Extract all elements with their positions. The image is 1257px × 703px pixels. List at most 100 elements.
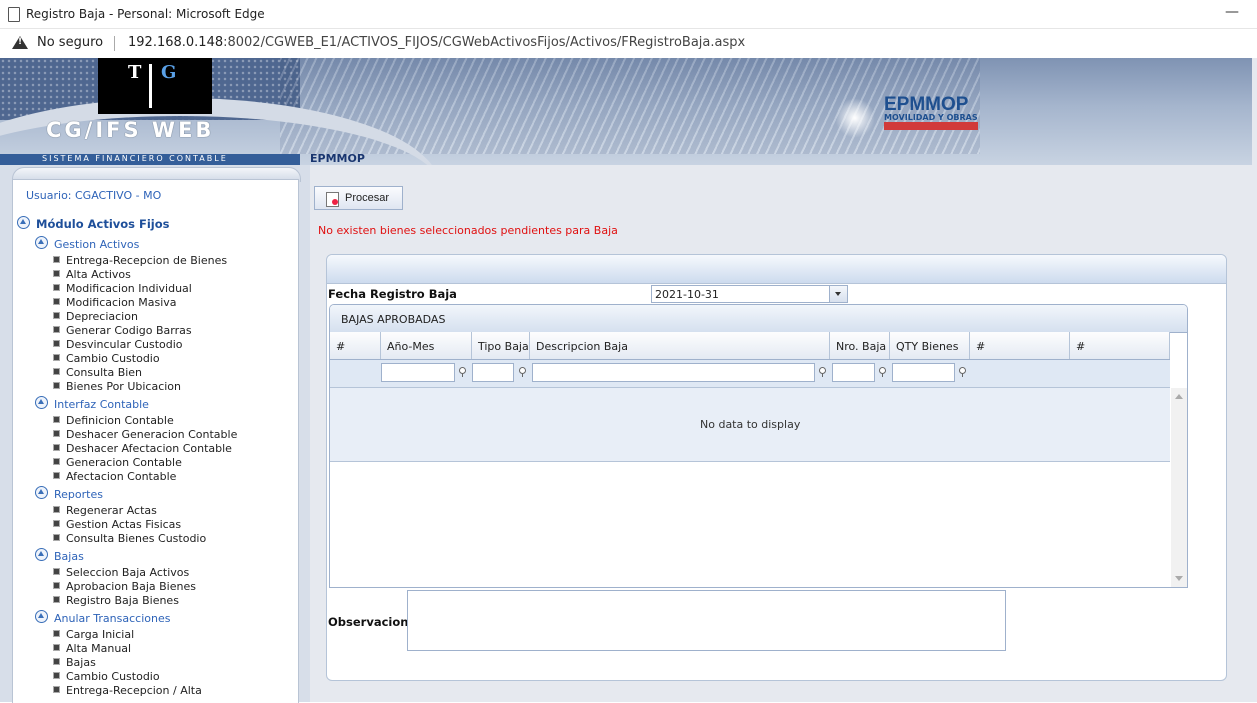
menu-item-label[interactable]: Bajas [66, 656, 96, 669]
menu-item-label[interactable]: Consulta Bienes Custodio [66, 532, 206, 545]
menu-item-alta-manual[interactable]: Alta Manual [53, 642, 131, 655]
filter-icon[interactable] [959, 367, 966, 377]
collapse-icon[interactable] [35, 236, 48, 249]
menu-group-anular-transacciones[interactable]: Anular Transacciones [35, 610, 170, 625]
menu-root[interactable]: Módulo Activos Fijos [17, 216, 170, 231]
menu-item-label[interactable]: Gestion Actas Fisicas [66, 518, 181, 531]
menu-item-desvincular-custodio[interactable]: Desvincular Custodio [53, 338, 183, 351]
menu-item-alta-activos[interactable]: Alta Activos [53, 268, 131, 281]
filter-descripcion-input[interactable] [532, 363, 815, 382]
col-header-anio-mes[interactable]: Año-Mes [381, 332, 472, 359]
menu-item-gestion-actas-fisicas[interactable]: Gestion Actas Fisicas [53, 518, 181, 531]
menu-item-generacion-contable[interactable]: Generacion Contable [53, 456, 182, 469]
collapse-icon[interactable] [35, 396, 48, 409]
filter-tipo-baja-input[interactable] [472, 363, 514, 382]
menu-item-label[interactable]: Depreciacion [66, 310, 138, 323]
menu-item-label[interactable]: Cambio Custodio [66, 352, 160, 365]
filter-nro-baja-input[interactable] [832, 363, 875, 382]
security-label[interactable]: No seguro [37, 35, 103, 50]
filter-icon[interactable] [459, 367, 466, 377]
menu-group-label[interactable]: Interfaz Contable [54, 398, 149, 411]
filter-icon[interactable] [819, 367, 826, 377]
menu-item-label[interactable]: Modificacion Individual [66, 282, 192, 295]
chevron-down-icon[interactable] [829, 286, 847, 302]
menu-item-label[interactable]: Alta Activos [66, 268, 131, 281]
menu-group-label[interactable]: Gestion Activos [54, 238, 139, 251]
menu-item-label[interactable]: Desvincular Custodio [66, 338, 183, 351]
procesar-button[interactable]: Procesar [314, 186, 403, 210]
menu-item-registro-baja[interactable]: Registro Baja Bienes [53, 594, 179, 607]
menu-item-label[interactable]: Entrega-Recepcion de Bienes [66, 254, 227, 267]
menu-item-label[interactable]: Bienes Por Ubicacion [66, 380, 181, 393]
menu-item-regenerar-actas[interactable]: Regenerar Actas [53, 504, 157, 517]
menu-item-bajas[interactable]: Bajas [53, 656, 96, 669]
menu-group-interfaz-contable[interactable]: Interfaz Contable [35, 396, 149, 411]
menu-item-label[interactable]: Consulta Bien [66, 366, 142, 379]
menu-item-anular-cambio-custodio[interactable]: Cambio Custodio [53, 670, 160, 683]
menu-item-deshacer-afectacion[interactable]: Deshacer Afectacion Contable [53, 442, 232, 455]
fecha-value[interactable]: 2021-10-31 [655, 288, 719, 301]
col-header-nro-baja[interactable]: Nro. Baja [830, 332, 890, 359]
menu-item-label[interactable]: Regenerar Actas [66, 504, 157, 517]
menu-item-label[interactable]: Deshacer Afectacion Contable [66, 442, 232, 455]
filter-icon[interactable] [879, 367, 886, 377]
menu-item-definicion-contable[interactable]: Definicion Contable [53, 414, 174, 427]
menu-group-label[interactable]: Reportes [54, 488, 103, 501]
menu-item-entrega-recepcion[interactable]: Entrega-Recepcion de Bienes [53, 254, 227, 267]
collapse-icon[interactable] [35, 610, 48, 623]
menu-item-entrega-recepcion-alta[interactable]: Entrega-Recepcion / Alta [53, 684, 202, 697]
menu-item-consulta-bien[interactable]: Consulta Bien [53, 366, 142, 379]
menu-item-consulta-bienes-custodio[interactable]: Consulta Bienes Custodio [53, 532, 206, 545]
col-header-extra-2[interactable]: # [1070, 332, 1170, 359]
collapse-icon[interactable] [17, 216, 30, 229]
address-bar[interactable]: No seguro 192.168.0.148:8002/CGWEB_E1/AC… [0, 29, 1257, 58]
scroll-up-icon[interactable] [1175, 394, 1183, 399]
menu-item-modificacion-masiva[interactable]: Modificacion Masiva [53, 296, 177, 309]
menu-item-label[interactable]: Modificacion Masiva [66, 296, 177, 309]
filter-anio-mes-input[interactable] [381, 363, 455, 382]
menu-group-label[interactable]: Bajas [54, 550, 84, 563]
warning-icon[interactable] [12, 36, 28, 49]
menu-item-aprobacion-baja[interactable]: Aprobacion Baja Bienes [53, 580, 196, 593]
menu-item-label[interactable]: Afectacion Contable [66, 470, 176, 483]
menu-item-carga-inicial[interactable]: Carga Inicial [53, 628, 134, 641]
menu-item-label[interactable]: Entrega-Recepcion / Alta [66, 684, 202, 697]
menu-item-label[interactable]: Deshacer Generacion Contable [66, 428, 237, 441]
grid-scrollbar[interactable] [1171, 388, 1187, 587]
scroll-down-icon[interactable] [1175, 576, 1183, 581]
menu-item-cambio-custodio[interactable]: Cambio Custodio [53, 352, 160, 365]
menu-item-modificacion-individual[interactable]: Modificacion Individual [53, 282, 192, 295]
menu-item-depreciacion[interactable]: Depreciacion [53, 310, 138, 323]
observacion-textarea[interactable] [407, 590, 1006, 651]
minimize-button[interactable]: — [1225, 4, 1239, 20]
menu-group-gestion-activos[interactable]: Gestion Activos [35, 236, 139, 251]
menu-item-afectacion-contable[interactable]: Afectacion Contable [53, 470, 176, 483]
menu-item-label[interactable]: Seleccion Baja Activos [66, 566, 189, 579]
menu-item-label[interactable]: Cambio Custodio [66, 670, 160, 683]
menu-item-bienes-por-ubicacion[interactable]: Bienes Por Ubicacion [53, 380, 181, 393]
collapse-icon[interactable] [35, 486, 48, 499]
filter-qty-input[interactable] [892, 363, 955, 382]
col-header-tipo-baja[interactable]: Tipo Baja [472, 332, 530, 359]
menu-item-label[interactable]: Generar Codigo Barras [66, 324, 192, 337]
menu-group-reportes[interactable]: Reportes [35, 486, 103, 501]
col-header-extra-1[interactable]: # [970, 332, 1070, 359]
menu-item-label[interactable]: Aprobacion Baja Bienes [66, 580, 196, 593]
filter-icon[interactable] [519, 367, 526, 377]
menu-item-label[interactable]: Alta Manual [66, 642, 131, 655]
menu-item-seleccion-baja[interactable]: Seleccion Baja Activos [53, 566, 189, 579]
menu-group-bajas[interactable]: Bajas [35, 548, 84, 563]
menu-root-label[interactable]: Módulo Activos Fijos [36, 217, 170, 231]
url-text[interactable]: 192.168.0.148:8002/CGWEB_E1/ACTIVOS_FIJO… [128, 35, 745, 50]
menu-item-label[interactable]: Registro Baja Bienes [66, 594, 179, 607]
menu-group-label[interactable]: Anular Transacciones [54, 612, 170, 625]
menu-item-deshacer-generacion[interactable]: Deshacer Generacion Contable [53, 428, 237, 441]
menu-item-label[interactable]: Generacion Contable [66, 456, 182, 469]
col-header-descripcion-baja[interactable]: Descripcion Baja [530, 332, 830, 359]
col-header-index[interactable]: # [330, 332, 381, 359]
col-header-qty-bienes[interactable]: QTY Bienes [890, 332, 970, 359]
menu-item-generar-codigo-barras[interactable]: Generar Codigo Barras [53, 324, 192, 337]
fecha-combo[interactable]: 2021-10-31 [651, 285, 848, 303]
menu-item-label[interactable]: Carga Inicial [66, 628, 134, 641]
collapse-icon[interactable] [35, 548, 48, 561]
